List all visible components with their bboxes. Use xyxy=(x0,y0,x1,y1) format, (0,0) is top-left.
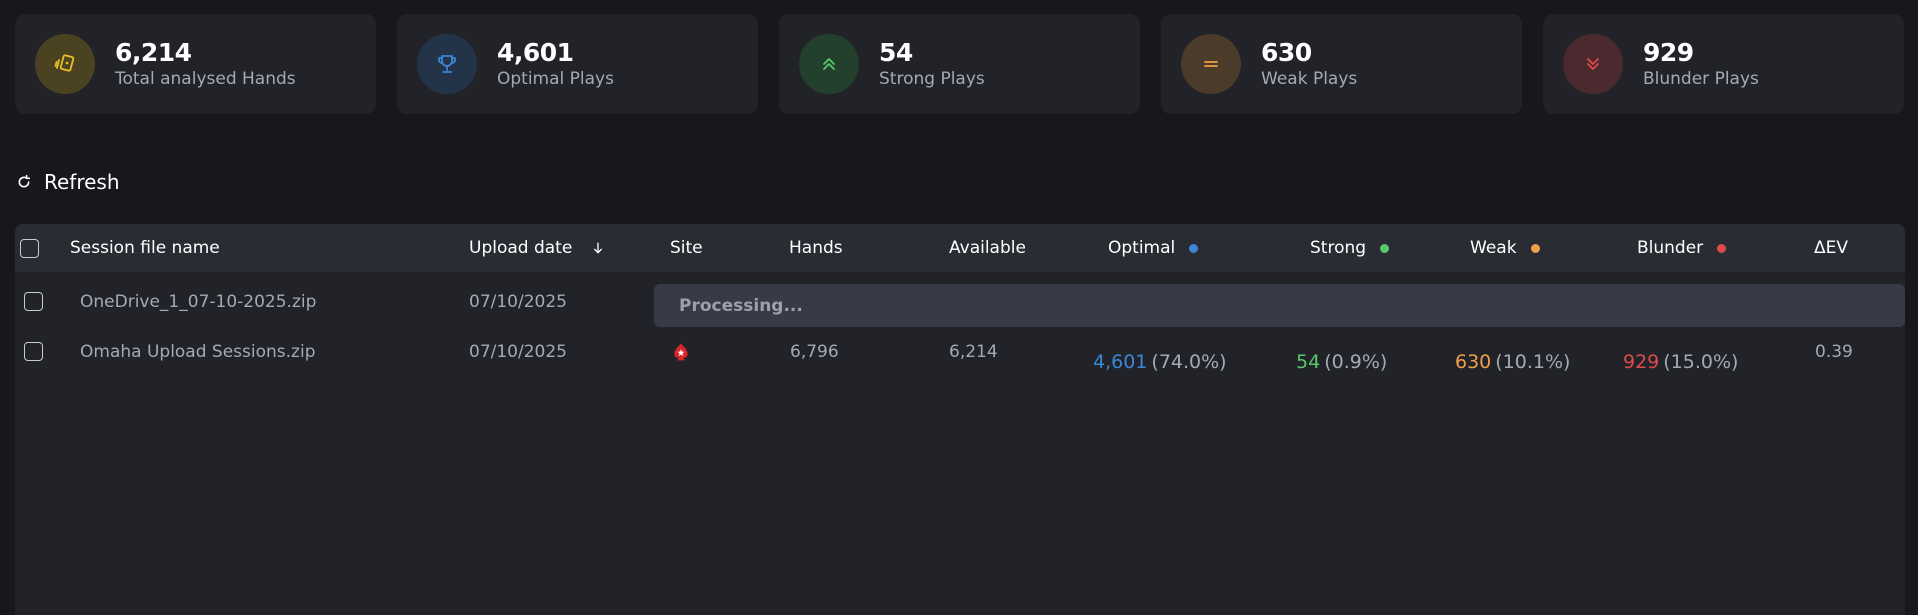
strong-dot xyxy=(1380,243,1390,253)
header-label: Hands xyxy=(789,238,843,258)
header-upload-date[interactable]: Upload date xyxy=(469,224,606,272)
header-available[interactable]: Available xyxy=(949,224,1026,272)
stat-label: Weak Plays xyxy=(1261,69,1358,89)
header-delta-ev[interactable]: ΔEV xyxy=(1814,224,1848,272)
optimal-cell: 4,601 (74.0%) xyxy=(1093,332,1227,392)
strong-cell: 54 (0.9%) xyxy=(1296,332,1387,392)
optimal-count: 4,601 xyxy=(1093,351,1148,373)
header-label: Blunder xyxy=(1637,238,1704,258)
sort-descending-icon xyxy=(594,242,603,254)
header-optimal[interactable]: Optimal xyxy=(1108,224,1199,272)
blunder-cell: 929 (15.0%) xyxy=(1623,332,1738,392)
strong-count: 54 xyxy=(1296,351,1321,373)
stat-value: 630 xyxy=(1261,38,1312,67)
upload-date: 07/10/2025 xyxy=(469,342,567,362)
stats-bar: 6,214 Total analysed Hands 4,601 Optimal… xyxy=(15,14,1904,114)
weak-pct: (10.1%) xyxy=(1495,351,1571,373)
header-site[interactable]: Site xyxy=(670,224,703,272)
table-row[interactable]: Omaha Upload Sessions.zip 07/10/2025 6,7… xyxy=(15,332,1905,392)
stat-value: 6,214 xyxy=(115,38,192,67)
weak-count: 630 xyxy=(1455,351,1492,373)
select-all-checkbox[interactable] xyxy=(20,239,39,258)
double-chevron-down-icon xyxy=(1563,34,1623,94)
processing-status: Processing... xyxy=(654,284,1905,327)
header-label: Optimal xyxy=(1108,238,1176,258)
header-strong[interactable]: Strong xyxy=(1310,224,1390,272)
stat-label: Strong Plays xyxy=(879,69,985,89)
cards-icon xyxy=(35,34,95,94)
equals-icon xyxy=(1181,34,1241,94)
row-checkbox[interactable] xyxy=(24,292,43,311)
header-label: Upload date xyxy=(469,238,573,258)
stat-card-optimal: 4,601 Optimal Plays xyxy=(397,14,758,114)
header-weak[interactable]: Weak xyxy=(1470,224,1540,272)
stat-card-total-hands: 6,214 Total analysed Hands xyxy=(15,14,376,114)
hands-count: 6,796 xyxy=(790,342,839,362)
row-checkbox[interactable] xyxy=(24,342,43,361)
refresh-label: Refresh xyxy=(44,170,120,194)
stat-value: 929 xyxy=(1643,38,1694,67)
header-session-file-name[interactable]: Session file name xyxy=(70,224,220,272)
strong-pct: (0.9%) xyxy=(1324,351,1388,373)
stat-value: 4,601 xyxy=(497,38,574,67)
stat-label: Total analysed Hands xyxy=(115,69,296,89)
weak-dot xyxy=(1530,243,1540,253)
available-count: 6,214 xyxy=(949,342,998,362)
sessions-table: Session file name Upload date Site Hands… xyxy=(15,224,1905,615)
session-file-name: Omaha Upload Sessions.zip xyxy=(80,342,316,362)
stat-card-blunder: 929 Blunder Plays xyxy=(1543,14,1904,114)
optimal-dot xyxy=(1189,243,1199,253)
pokerstars-icon xyxy=(671,322,691,382)
refresh-icon xyxy=(18,174,31,188)
stat-label: Blunder Plays xyxy=(1643,69,1759,89)
stat-value: 54 xyxy=(879,38,913,67)
header-label: ΔEV xyxy=(1814,238,1848,258)
optimal-pct: (74.0%) xyxy=(1151,351,1227,373)
header-label: Strong xyxy=(1310,238,1367,258)
header-label: Site xyxy=(670,238,703,258)
stat-card-weak: 630 Weak Plays xyxy=(1161,14,1522,114)
header-hands[interactable]: Hands xyxy=(789,224,843,272)
stat-label: Optimal Plays xyxy=(497,69,614,89)
header-label: Weak xyxy=(1470,238,1517,258)
header-label: Session file name xyxy=(70,238,220,258)
blunder-dot xyxy=(1717,243,1727,253)
blunder-count: 929 xyxy=(1623,351,1660,373)
stat-card-strong: 54 Strong Plays xyxy=(779,14,1140,114)
header-label: Available xyxy=(949,238,1026,258)
header-blunder[interactable]: Blunder xyxy=(1637,224,1727,272)
table-header: Session file name Upload date Site Hands… xyxy=(15,224,1905,272)
delta-ev: 0.39 xyxy=(1815,342,1853,362)
blunder-pct: (15.0%) xyxy=(1663,351,1739,373)
refresh-button[interactable]: Refresh xyxy=(16,170,120,194)
trophy-icon xyxy=(417,34,477,94)
weak-cell: 630 (10.1%) xyxy=(1455,332,1570,392)
double-chevron-up-icon xyxy=(799,34,859,94)
